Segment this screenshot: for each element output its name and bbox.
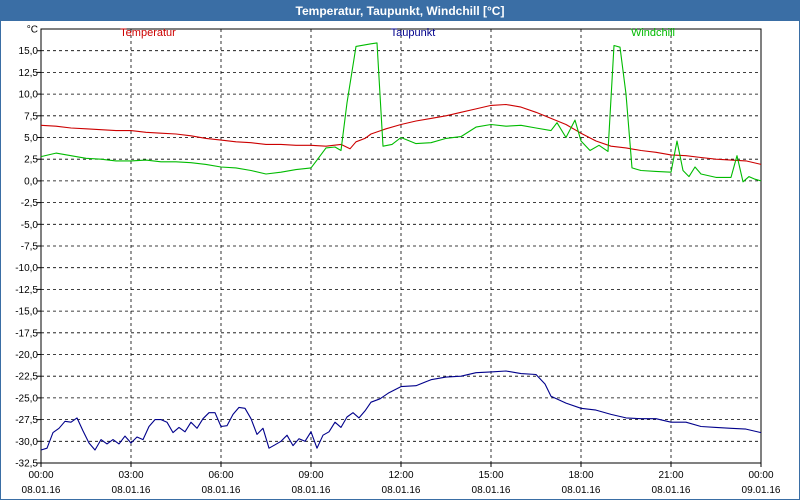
x-tick-date-label: 08.01.16: [292, 485, 331, 496]
x-tick-date-label: 08.01.16: [22, 485, 61, 496]
x-tick-date-label: 08.01.16: [112, 485, 151, 496]
x-tick-time-label: 09:00: [298, 470, 323, 481]
y-tick-label: 2,5: [24, 155, 38, 166]
y-tick-label: 12,5: [19, 68, 39, 79]
y-tick-label: -25,0: [15, 393, 38, 404]
y-tick-label: -7,5: [21, 242, 39, 253]
x-tick-time-label: 21:00: [658, 470, 683, 481]
legend-windchill: Windchill: [631, 27, 675, 39]
x-tick-time-label: 18:00: [568, 470, 593, 481]
x-tick-date-label: 08.01.16: [562, 485, 601, 496]
y-tick-label: -22,5: [15, 372, 38, 383]
x-tick-date-label: 09.01.16: [742, 485, 781, 496]
y-tick-label: 7,5: [24, 111, 38, 122]
y-tick-label: -15,0: [15, 307, 38, 318]
y-tick-label: 5,0: [24, 133, 38, 144]
legend-temperatur: Temperatur: [120, 27, 176, 39]
y-tick-label: 15,0: [19, 46, 39, 57]
y-tick-label: -27,5: [15, 415, 38, 426]
x-tick-date-label: 08.01.16: [382, 485, 421, 496]
y-tick-label: -32,5: [15, 459, 38, 470]
chart-area: 15,0 12,5 10,0 7,5 5,0 2,5 0,0 -2,5 -5,0 -7,5 -10,…: [15, 25, 781, 497]
y-tick-label: -17,5: [15, 328, 38, 339]
chart-window: Temperatur, Taupunkt, Windchill [°C] 15,…: [0, 0, 800, 500]
y-tick-label: -20,0: [15, 350, 38, 361]
x-tick-date-label: 08.01.16: [472, 485, 511, 496]
legend-taupunkt: Taupunkt: [391, 27, 436, 39]
x-tick-time-label: 06:00: [208, 470, 233, 481]
x-tick-time-label: 12:00: [388, 470, 413, 481]
y-tick-label: -12,5: [15, 285, 38, 296]
x-tick-date-label: 08.01.16: [652, 485, 691, 496]
y-tick-label: 10,0: [19, 90, 39, 101]
y-unit-label: °C: [27, 25, 38, 36]
x-tick-time-label: 03:00: [118, 470, 143, 481]
window-title: Temperatur, Taupunkt, Windchill [°C]: [1, 1, 799, 21]
y-tick-label: 0,0: [24, 176, 38, 187]
y-tick-label: -5,0: [21, 220, 39, 231]
x-tick-time-label: 00:00: [748, 470, 773, 481]
y-tick-label: -2,5: [21, 198, 39, 209]
x-tick-time-label: 15:00: [478, 470, 503, 481]
x-tick-time-label: 00:00: [28, 470, 53, 481]
x-tick-date-label: 08.01.16: [202, 485, 241, 496]
y-tick-label: -10,0: [15, 263, 38, 274]
y-tick-label: -30,0: [15, 437, 38, 448]
